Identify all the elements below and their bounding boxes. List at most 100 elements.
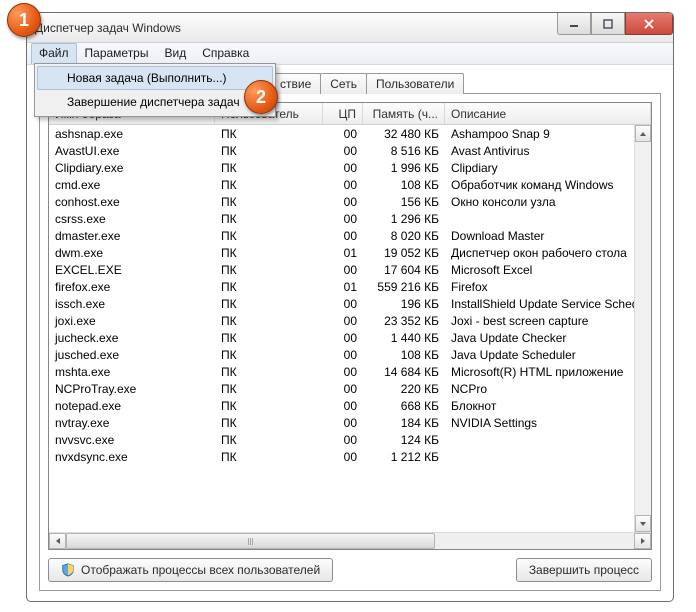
cell-name: ashsnap.exe (49, 126, 215, 142)
cell-cpu: 00 (323, 449, 363, 465)
cell-name: mshta.exe (49, 364, 215, 380)
cell-mem: 196 КБ (363, 296, 445, 312)
cell-cpu: 00 (323, 415, 363, 431)
cell-mem: 17 604 КБ (363, 262, 445, 278)
cell-mem: 32 480 КБ (363, 126, 445, 142)
cell-desc (445, 456, 651, 458)
titlebar[interactable]: Диспетчер задач Windows (27, 13, 673, 43)
scroll-up-icon[interactable] (635, 125, 651, 142)
menu-exit-taskmgr[interactable]: Завершение диспетчера задач (37, 90, 273, 114)
table-row[interactable]: mshta.exeПК0014 684 КБMicrosoft(R) HTML … (49, 363, 651, 380)
cell-cpu: 00 (323, 381, 363, 397)
show-all-users-button[interactable]: Отображать процессы всех пользователей (48, 558, 333, 582)
close-button[interactable] (625, 13, 673, 35)
table-row[interactable]: joxi.exeПК0023 352 КБJoxi - best screen … (49, 312, 651, 329)
cell-user: ПК (215, 228, 323, 244)
table-row[interactable]: jucheck.exeПК001 440 КБJava Update Check… (49, 329, 651, 346)
cell-desc: Ashampoo Snap 9 (445, 126, 651, 142)
cell-name: dwm.exe (49, 245, 215, 261)
cell-desc (445, 439, 651, 441)
hscroll-thumb[interactable] (66, 533, 435, 549)
cell-user: ПК (215, 211, 323, 227)
tab-users[interactable]: Пользователи (366, 73, 464, 94)
cell-name: issch.exe (49, 296, 215, 312)
vertical-scrollbar[interactable] (634, 125, 651, 532)
cell-desc: Диспетчер окон рабочего стола (445, 245, 651, 261)
scroll-down-icon[interactable] (635, 515, 651, 532)
cell-name: Clipdiary.exe (49, 160, 215, 176)
process-rows: ashsnap.exeПК0032 480 КБAshampoo Snap 9A… (49, 125, 651, 532)
col-desc[interactable]: Описание (445, 103, 651, 124)
cell-cpu: 00 (323, 194, 363, 210)
cell-name: cmd.exe (49, 177, 215, 193)
table-row[interactable]: nvvsvc.exeПК00124 КБ (49, 431, 651, 448)
table-row[interactable]: csrss.exeПК001 296 КБ (49, 210, 651, 227)
table-row[interactable]: AvastUI.exeПК008 516 КБAvast Antivirus (49, 142, 651, 159)
table-row[interactable]: notepad.exeПК00668 КББлокнот (49, 397, 651, 414)
maximize-button[interactable] (591, 13, 625, 35)
cell-user: ПК (215, 194, 323, 210)
table-row[interactable]: ashsnap.exeПК0032 480 КБAshampoo Snap 9 (49, 125, 651, 142)
cell-mem: 124 КБ (363, 432, 445, 448)
callout-marker-2: 2 (244, 80, 278, 114)
table-row[interactable]: firefox.exeПК01559 216 КБFirefox (49, 278, 651, 295)
menu-help[interactable]: Справка (194, 43, 257, 64)
table-row[interactable]: nvtray.exeПК00184 КБNVIDIA Settings (49, 414, 651, 431)
table-row[interactable]: cmd.exeПК00108 КБОбработчик команд Windo… (49, 176, 651, 193)
end-process-button[interactable]: Завершить процесс (516, 558, 652, 582)
window-title: Диспетчер задач Windows (35, 21, 181, 35)
cell-name: nvxdsync.exe (49, 449, 215, 465)
cell-desc: Microsoft Excel (445, 262, 651, 278)
cell-mem: 1 296 КБ (363, 211, 445, 227)
cell-mem: 220 КБ (363, 381, 445, 397)
table-row[interactable]: jusched.exeПК00108 КБJava Update Schedul… (49, 346, 651, 363)
cell-cpu: 00 (323, 177, 363, 193)
table-row[interactable]: conhost.exeПК00156 КБОкно консоли узла (49, 193, 651, 210)
table-row[interactable]: Clipdiary.exeПК001 996 КБClipdiary (49, 159, 651, 176)
cell-cpu: 00 (323, 126, 363, 142)
cell-user: ПК (215, 245, 323, 261)
table-row[interactable]: dwm.exeПК0119 052 КБДиспетчер окон рабоч… (49, 244, 651, 261)
cell-user: ПК (215, 262, 323, 278)
scroll-left-icon[interactable] (49, 533, 66, 549)
cell-name: AvastUI.exe (49, 143, 215, 159)
horizontal-scrollbar[interactable] (49, 532, 651, 549)
cell-mem: 108 КБ (363, 347, 445, 363)
menu-view[interactable]: Вид (156, 43, 194, 64)
table-row[interactable]: issch.exeПК00196 КБInstallShield Update … (49, 295, 651, 312)
tab-performance-partial[interactable]: ствие (270, 73, 321, 94)
cell-desc (445, 218, 651, 220)
cell-desc: Joxi - best screen capture (445, 313, 651, 329)
col-cpu[interactable]: ЦП (323, 103, 363, 124)
cell-mem: 8 020 КБ (363, 228, 445, 244)
cell-user: ПК (215, 330, 323, 346)
cell-user: ПК (215, 177, 323, 193)
vscroll-track[interactable] (635, 142, 651, 515)
hscroll-track[interactable] (66, 533, 634, 549)
cell-name: nvtray.exe (49, 415, 215, 431)
cell-user: ПК (215, 347, 323, 363)
menu-options[interactable]: Параметры (77, 43, 157, 64)
menu-new-task[interactable]: Новая задача (Выполнить...) (37, 66, 273, 90)
cell-mem: 14 684 КБ (363, 364, 445, 380)
cell-name: conhost.exe (49, 194, 215, 210)
cell-cpu: 00 (323, 160, 363, 176)
table-row[interactable]: EXCEL.EXEПК0017 604 КБMicrosoft Excel (49, 261, 651, 278)
cell-cpu: 00 (323, 330, 363, 346)
cell-user: ПК (215, 381, 323, 397)
menu-file[interactable]: Файл (31, 43, 77, 64)
cell-name: firefox.exe (49, 279, 215, 295)
cell-user: ПК (215, 364, 323, 380)
cell-mem: 1 440 КБ (363, 330, 445, 346)
scroll-right-icon[interactable] (634, 533, 651, 549)
tab-network[interactable]: Сеть (320, 73, 367, 94)
table-row[interactable]: dmaster.exeПК008 020 КБDownload Master (49, 227, 651, 244)
cell-cpu: 01 (323, 279, 363, 295)
minimize-button[interactable] (557, 13, 591, 35)
col-mem[interactable]: Память (ч... (363, 103, 445, 124)
table-row[interactable]: NCProTray.exeПК00220 КБNCPro (49, 380, 651, 397)
cell-user: ПК (215, 313, 323, 329)
content-area: ствие Сеть Пользователи Имя образа Польз… (27, 65, 673, 601)
cell-user: ПК (215, 126, 323, 142)
table-row[interactable]: nvxdsync.exeПК001 212 КБ (49, 448, 651, 465)
